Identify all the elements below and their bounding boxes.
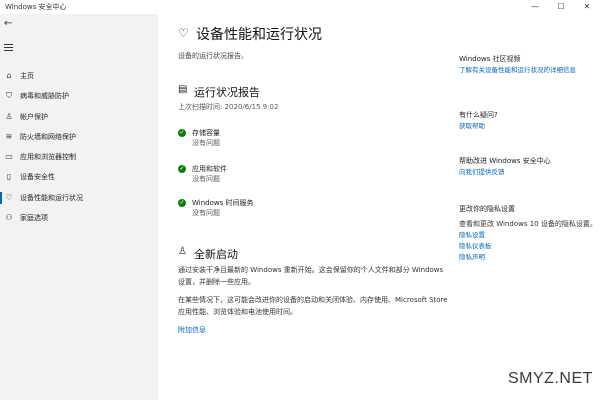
sidebar-item-firewall[interactable]: ≋ 防火墙和网络保护 [0, 127, 158, 147]
person-icon: ♙ [178, 246, 187, 257]
checkmark-icon: ✓ [178, 199, 186, 207]
close-button[interactable]: ✕ [576, 0, 598, 14]
watermark: SMYZ.NET [508, 370, 593, 387]
sidebar-item-virus-protection[interactable]: ⛉ 病毒和威胁防护 [0, 86, 158, 106]
report-icon: ▤ [178, 84, 188, 95]
sidebar-item-label: 应用和浏览器控制 [20, 153, 76, 162]
question-section: 有什么疑问? 获取帮助 [459, 110, 599, 132]
status-item-name: 存储容量 [192, 129, 220, 137]
last-scan-time: 上次扫描时间: 2020/6/15 9:02 [178, 103, 279, 111]
privacy-statement-link[interactable]: 隐私声明 [459, 252, 599, 263]
community-link[interactable]: 了解有关设备性能和运行状况的详细信息 [459, 65, 599, 76]
feedback-link[interactable]: 向我们提供反馈 [459, 167, 599, 178]
sidebar-item-device-performance[interactable]: ♡ 设备性能和运行状况 [0, 188, 158, 208]
sidebar: ← ⌂ 主页 ⛉ 病毒和威胁防护 ♙ 帐户保护 ≋ 防火墙和网络保护 ▭ 应用和… [0, 14, 158, 400]
sidebar-item-app-browser-control[interactable]: ▭ 应用和浏览器控制 [0, 147, 158, 167]
privacy-settings-link[interactable]: 隐私设置 [459, 230, 599, 241]
sidebar-item-label: 主页 [20, 72, 34, 80]
privacy-dashboard-link[interactable]: 隐私仪表板 [459, 241, 599, 252]
status-item-status: 没有问题 [192, 209, 220, 217]
main-content: ♡ 设备性能和运行状况 设备的运行状况报告。 ▤ 运行状况报告 上次扫描时间: … [158, 14, 600, 400]
device-icon: ▯ [6, 172, 12, 182]
shield-icon: ⛉ [6, 91, 12, 101]
sidebar-item-label: 防火墙和网络保护 [20, 132, 76, 141]
fresh-start-benefits: 在某些情况下，这可能会改进你的设备的启动和关闭体验、内存使用、Microsoft… [178, 296, 448, 316]
title-bar: Windows 安全中心 — ☐ ✕ [0, 0, 600, 14]
sidebar-nav: ⌂ 主页 ⛉ 病毒和威胁防护 ♙ 帐户保护 ≋ 防火墙和网络保护 ▭ 应用和浏览… [0, 66, 158, 228]
sidebar-item-home[interactable]: ⌂ 主页 [0, 66, 158, 86]
sidebar-item-label: 病毒和威胁防护 [20, 92, 69, 101]
sidebar-item-family-options[interactable]: ⚇ 家庭选项 [0, 208, 158, 228]
wifi-icon: ≋ [5, 131, 13, 141]
privacy-section: 更改你的隐私设置 查看和更改 Windows 10 设备的隐私设置。 隐私设置 … [459, 204, 599, 263]
page-title: 设备性能和运行状况 [196, 27, 322, 43]
fresh-start-description: 通过安装干净且最新的 Windows 重新开始。这会保留你的个人文件和部分 Wi… [178, 266, 444, 286]
status-item-storage: ✓ 存储容量 没有问题 [178, 128, 378, 150]
back-arrow-icon[interactable]: ← [4, 18, 12, 29]
window-title: Windows 安全中心 [5, 3, 67, 11]
status-item-name: Windows 时间服务 [192, 199, 254, 207]
sidebar-item-label: 设备安全性 [20, 173, 55, 182]
sidebar-item-label: 家庭选项 [20, 214, 48, 223]
question-heading: 有什么疑问? [459, 111, 498, 119]
community-heading: Windows 社区视频 [459, 55, 521, 63]
person-icon: ♙ [5, 111, 13, 121]
app-window-icon: ▭ [5, 152, 13, 162]
privacy-text: 查看和更改 Windows 10 设备的隐私设置。 [459, 220, 597, 228]
report-title: 运行状况报告 [194, 86, 260, 99]
heart-icon: ♡ [5, 192, 13, 202]
status-item-name: 应用和软件 [192, 165, 227, 173]
status-item-time-service: ✓ Windows 时间服务 没有问题 [178, 198, 378, 220]
checkmark-icon: ✓ [178, 165, 186, 173]
sidebar-item-account-protection[interactable]: ♙ 帐户保护 [0, 107, 158, 127]
maximize-button[interactable]: ☐ [550, 0, 572, 14]
community-section: Windows 社区视频 了解有关设备性能和运行状况的详细信息 [459, 54, 599, 76]
status-item-status: 没有问题 [192, 175, 220, 183]
additional-info-link[interactable]: 附加信息 [178, 324, 206, 336]
status-item-status: 没有问题 [192, 139, 220, 147]
improve-section: 帮助改进 Windows 安全中心 向我们提供反馈 [459, 156, 599, 178]
sidebar-item-device-security[interactable]: ▯ 设备安全性 [0, 167, 158, 187]
improve-heading: 帮助改进 Windows 安全中心 [459, 157, 551, 165]
home-icon: ⌂ [6, 71, 12, 80]
sidebar-item-label: 设备性能和运行状况 [20, 193, 83, 202]
hamburger-menu-icon[interactable] [4, 42, 13, 53]
privacy-heading: 更改你的隐私设置 [459, 205, 515, 213]
minimize-button[interactable]: — [524, 0, 546, 14]
get-help-link[interactable]: 获取帮助 [459, 121, 599, 132]
fresh-start-title: 全新启动 [194, 248, 238, 261]
checkmark-icon: ✓ [178, 129, 186, 137]
page-subtitle: 设备的运行状况报告。 [178, 52, 248, 60]
status-item-apps: ✓ 应用和软件 没有问题 [178, 164, 378, 186]
family-icon: ⚇ [5, 213, 13, 223]
sidebar-item-label: 帐户保护 [20, 112, 48, 121]
heart-icon: ♡ [178, 26, 189, 40]
